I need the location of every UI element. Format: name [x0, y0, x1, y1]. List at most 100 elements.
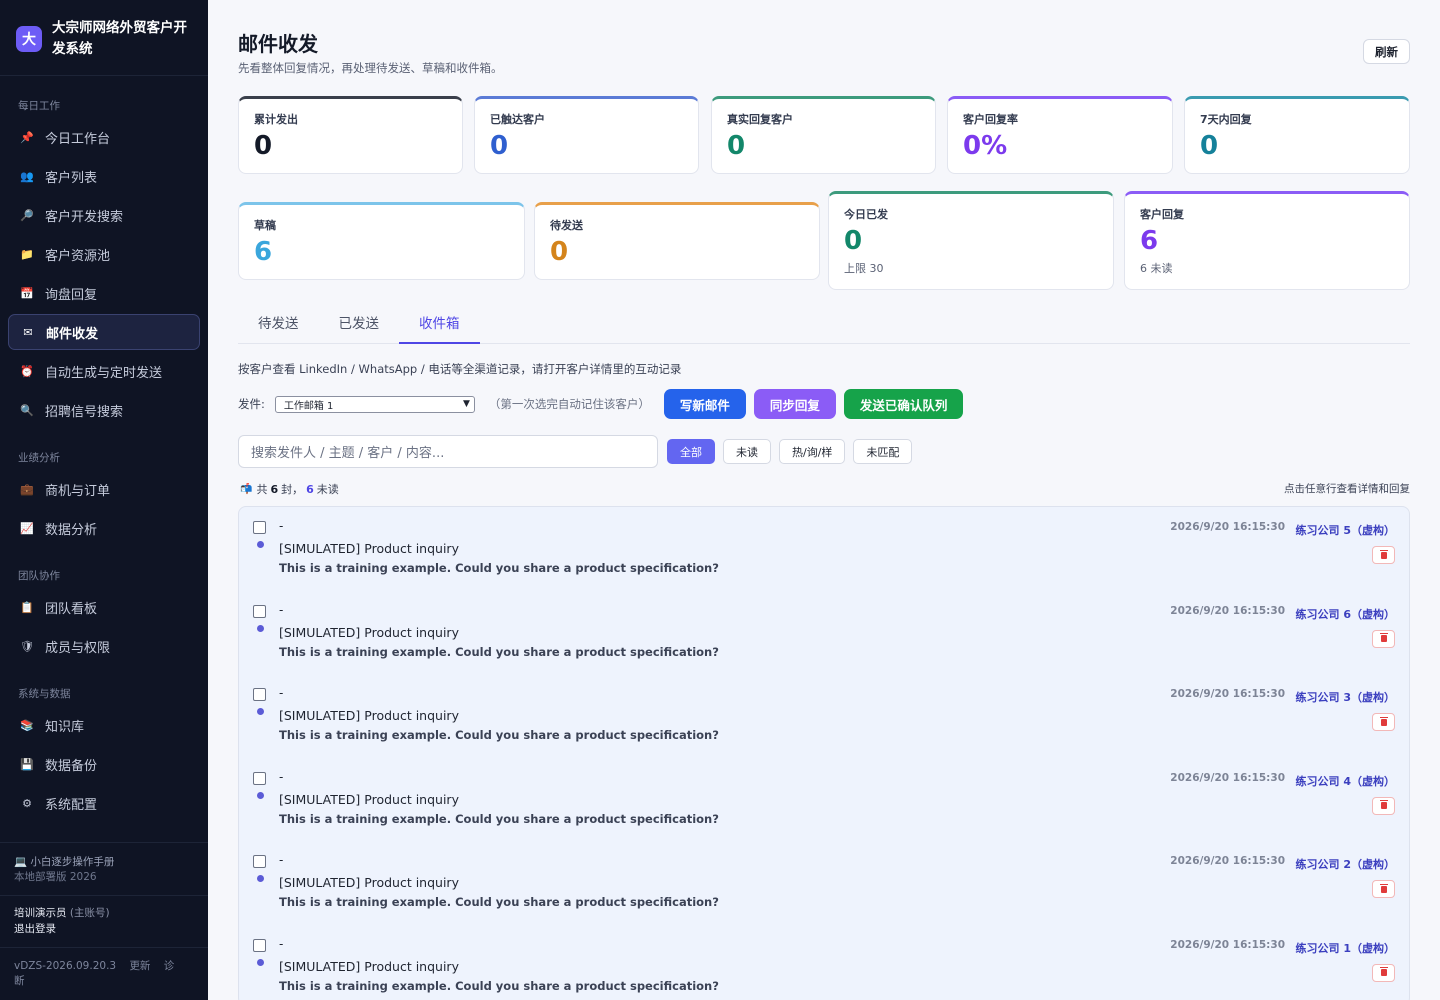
stat-note: 上限 30 [844, 262, 884, 275]
sidebar-item[interactable]: 📁 客户资源池 [8, 236, 200, 272]
delete-button[interactable] [1372, 629, 1395, 648]
mail-row[interactable]: - [SIMULATED] Product inquiry This is a tr… [239, 507, 1409, 591]
stat-value: 0 [490, 131, 509, 161]
mailbox-icon: 📬 [240, 483, 253, 495]
mail-customer-link[interactable]: 练习公司 5（虚构） [1296, 522, 1395, 538]
sidebar-item[interactable]: 📋 团队看板 [8, 589, 200, 625]
mail-row[interactable]: - [SIMULATED] Product inquiry This is a tr… [239, 591, 1409, 675]
stat-label: 待发送 [550, 219, 583, 232]
filter-all[interactable]: 全部 [667, 439, 715, 464]
from-select[interactable]: 工作邮箱 1 ▼ [274, 395, 475, 413]
stat-label: 累计发出 [254, 113, 298, 126]
mail-row[interactable]: - [SIMULATED] Product inquiry This is a tr… [239, 925, 1409, 1000]
mail-from: - [279, 769, 284, 784]
mail-row[interactable]: - [SIMULATED] Product inquiry This is a tr… [239, 841, 1409, 925]
delete-button[interactable] [1372, 796, 1395, 815]
stat-label: 真实回复客户 [727, 113, 793, 126]
sidebar-item[interactable]: 🛡 成员与权限 [8, 628, 200, 664]
tab-inbox[interactable]: 收件箱 [399, 304, 480, 344]
trash-icon [1379, 883, 1388, 893]
mail-time: 2026/9/20 16:15:30 [1170, 604, 1285, 617]
delete-button[interactable] [1372, 546, 1395, 564]
nav-section-title: 每日工作 [18, 100, 60, 112]
stat-value: 0 [550, 237, 569, 267]
count-total: 6 [270, 482, 279, 496]
delete-button[interactable] [1372, 880, 1395, 899]
row-checkbox[interactable] [253, 938, 266, 952]
sidebar-item[interactable]: ✉ 邮件收发 [8, 314, 200, 350]
user-name: 培训演示员 [14, 907, 67, 919]
row-checkbox[interactable] [253, 855, 266, 869]
sidebar-item-label: 自动生成与定时发送 [45, 365, 163, 381]
trash-icon [1379, 549, 1388, 559]
row-checkbox[interactable] [253, 688, 266, 702]
stat-label: 客户回复率 [963, 113, 1018, 126]
stat-card: 草稿 6 [238, 202, 525, 280]
brand: 大 大宗师网络外贸客户开发系统 [0, 0, 208, 76]
sidebar-item[interactable]: 📅 询盘回复 [8, 275, 200, 311]
mail-preview: This is a training example. Could you sh… [279, 644, 719, 659]
tab-pending[interactable]: 待发送 [238, 304, 319, 344]
count-suffix: 未读 [316, 483, 339, 496]
filter-chips: 全部 未读 热/询/样 未匹配 [667, 439, 920, 464]
sidebar-item-label: 招聘信号搜索 [45, 404, 124, 420]
mail-subject: [SIMULATED] Product inquiry [279, 624, 459, 640]
update-link[interactable]: 更新 [129, 960, 150, 972]
tab-sent[interactable]: 已发送 [319, 304, 400, 344]
from-label: 发件: [238, 397, 265, 411]
mail-list: - [SIMULATED] Product inquiry This is a tr… [238, 506, 1410, 1000]
count-unread: 6 [306, 482, 314, 496]
sidebar-item[interactable]: 💼 商机与订单 [8, 471, 200, 507]
alarm-clock-icon: ⏰ [20, 364, 34, 378]
manual-link[interactable]: 💻 小白逐步操作手册 本地部署版 2026 [0, 842, 208, 895]
send-queue-button[interactable]: 发送已确认队列 [843, 389, 964, 419]
version-bar: vDZS-2026.09.20.3 更新 诊断 [0, 947, 208, 1000]
sidebar-item[interactable]: ⚙ 系统配置 [8, 785, 200, 821]
mail-row[interactable]: - [SIMULATED] Product inquiry This is a tr… [239, 674, 1409, 758]
mail-customer-link[interactable]: 练习公司 2（虚构） [1296, 856, 1395, 872]
mail-tabs: 待发送 已发送 收件箱 [238, 304, 1410, 344]
filter-hot[interactable]: 热/询/样 [779, 439, 846, 464]
compose-button[interactable]: 写新邮件 [663, 389, 746, 419]
sidebar-item[interactable]: 🔍 招聘信号搜索 [8, 392, 200, 428]
sidebar-item[interactable]: 📚 知识库 [8, 707, 200, 743]
refresh-button[interactable]: 刷新 [1363, 39, 1410, 64]
stat-label: 已触达客户 [490, 113, 545, 126]
filter-unread[interactable]: 未读 [723, 439, 771, 464]
unread-dot [257, 708, 264, 716]
delete-button[interactable] [1372, 963, 1395, 982]
mail-customer-link[interactable]: 练习公司 6（虚构） [1296, 606, 1395, 622]
sidebar-item[interactable]: 👥 客户列表 [8, 158, 200, 194]
stat-card: 今日已发 0 上限 30 [828, 191, 1114, 290]
sidebar-item[interactable]: 📈 数据分析 [8, 510, 200, 546]
mail-row[interactable]: - [SIMULATED] Product inquiry This is a tr… [239, 758, 1409, 842]
mail-time: 2026/9/20 16:15:30 [1170, 688, 1285, 701]
row-checkbox[interactable] [253, 604, 266, 618]
filter-unmatched[interactable]: 未匹配 [853, 439, 913, 464]
sidebar-item-label: 邮件收发 [46, 326, 99, 342]
sidebar-item[interactable]: 💾 数据备份 [8, 746, 200, 782]
logout-link[interactable]: 退出登录 [14, 921, 194, 937]
row-checkbox[interactable] [253, 521, 266, 534]
row-checkbox[interactable] [253, 771, 266, 785]
sync-replies-button[interactable]: 同步回复 [753, 389, 836, 419]
delete-button[interactable] [1372, 713, 1395, 732]
clipboard-icon: 📋 [20, 600, 34, 614]
page-subtitle: 先看整体回复情况，再处理待发送、草稿和收件箱。 [238, 61, 503, 75]
mail-customer-link[interactable]: 练习公司 4（虚构） [1296, 773, 1395, 789]
mail-customer-link[interactable]: 练习公司 3（虚构） [1296, 689, 1395, 705]
mail-time: 2026/9/20 16:15:30 [1170, 771, 1285, 784]
trash-icon [1379, 967, 1388, 977]
stat-note: 6 未读 [1140, 262, 1173, 275]
unread-dot [257, 624, 264, 632]
sidebar-item[interactable]: 🔎 客户开发搜索 [8, 197, 200, 233]
stat-card: 待发送 0 [534, 202, 820, 280]
sidebar-item-label: 知识库 [45, 719, 85, 735]
sidebar-item[interactable]: 📌 今日工作台 [8, 119, 200, 155]
search-input[interactable]: 搜索发件人 / 主题 / 客户 / 内容... [238, 435, 658, 468]
search-icon: 🔎 [20, 208, 34, 222]
from-select-value: 工作邮箱 1 [283, 400, 334, 412]
mail-customer-link[interactable]: 练习公司 1（虚构） [1296, 940, 1395, 956]
sidebar-item[interactable]: ⏰ 自动生成与定时发送 [8, 353, 200, 389]
mail-count: 📬 共 6 封， 6 未读 [240, 481, 339, 497]
